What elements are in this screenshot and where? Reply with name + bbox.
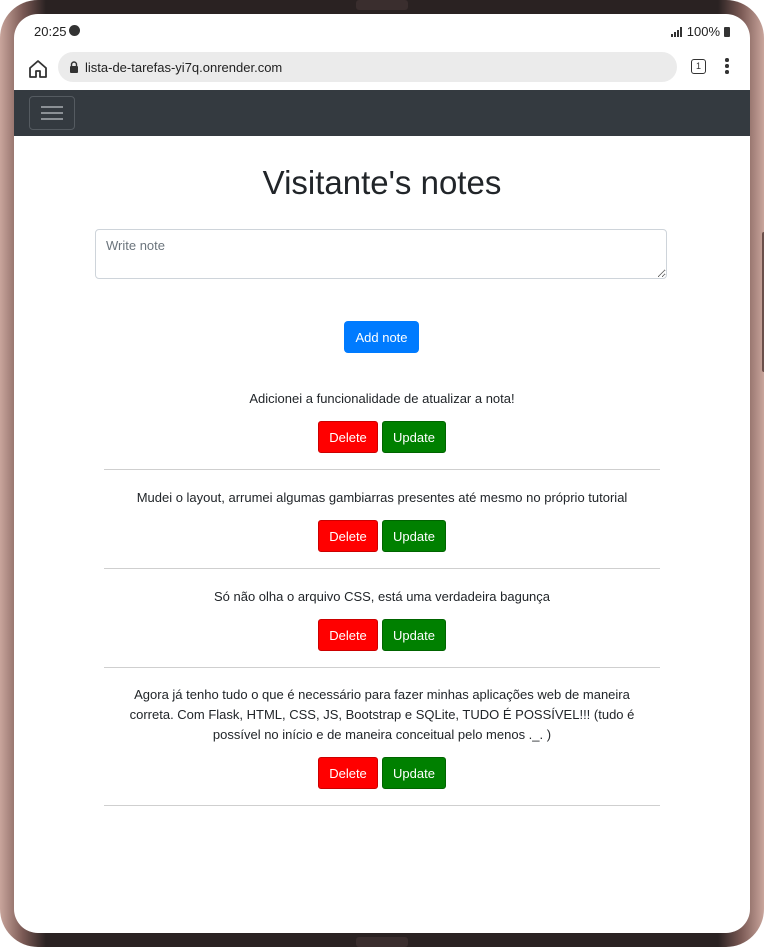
navbar — [14, 90, 750, 136]
screen: 20:25 100% lista-de-tarefas-yi7q.onrende… — [14, 14, 750, 933]
note-text: Agora já tenho tudo o que é necessário p… — [129, 687, 635, 742]
note-item: Agora já tenho tudo o que é necessário p… — [104, 685, 660, 806]
note-actions: Delete Update — [104, 520, 660, 552]
note-item: Adicionei a funcionalidade de atualizar … — [104, 389, 660, 470]
signal-icon — [670, 26, 682, 37]
battery-icon — [724, 26, 730, 37]
note-actions: Delete Update — [104, 421, 660, 453]
status-indicators: 100% — [670, 24, 730, 39]
update-button[interactable]: Update — [382, 619, 446, 651]
note-text: Mudei o layout, arrumei algumas gambiarr… — [136, 490, 628, 505]
update-button[interactable]: Update — [382, 520, 446, 552]
hinge-top — [356, 0, 408, 10]
device-frame: 20:25 100% lista-de-tarefas-yi7q.onrende… — [0, 0, 764, 947]
note-text: Adicionei a funcionalidade de atualizar … — [249, 391, 515, 406]
add-note-button[interactable]: Add note — [344, 321, 419, 353]
note-item: Mudei o layout, arrumei algumas gambiarr… — [104, 488, 660, 569]
page-title: Visitante's notes — [262, 164, 502, 201]
hamburger-icon[interactable] — [29, 96, 75, 130]
address-bar[interactable]: lista-de-tarefas-yi7q.onrender.com — [58, 52, 677, 82]
battery-percent: 100% — [686, 24, 720, 39]
note-actions: Delete Update — [104, 619, 660, 651]
browser-toolbar: lista-de-tarefas-yi7q.onrender.com 1 — [14, 50, 750, 90]
note-item: Só não olha o arquivo CSS, está uma verd… — [104, 587, 660, 668]
delete-button[interactable]: Delete — [318, 757, 378, 789]
home-icon[interactable] — [26, 57, 50, 81]
url-text[interactable]: lista-de-tarefas-yi7q.onrender.com — [85, 60, 282, 75]
delete-button[interactable]: Delete — [318, 619, 378, 651]
hinge-bottom — [356, 937, 408, 947]
status-time: 20:25 — [34, 24, 67, 39]
status-bar: 20:25 100% — [14, 14, 750, 50]
delete-button[interactable]: Delete — [318, 421, 378, 453]
delete-button[interactable]: Delete — [318, 520, 378, 552]
more-vert-icon[interactable] — [724, 58, 730, 76]
update-button[interactable]: Update — [382, 421, 446, 453]
update-button[interactable]: Update — [382, 757, 446, 789]
tabs-icon[interactable]: 1 — [691, 59, 706, 74]
lock-icon — [70, 61, 78, 73]
note-actions: Delete Update — [104, 757, 660, 789]
spotify-icon — [69, 25, 80, 36]
note-input[interactable] — [95, 229, 667, 279]
note-text: Só não olha o arquivo CSS, está uma verd… — [213, 589, 551, 604]
